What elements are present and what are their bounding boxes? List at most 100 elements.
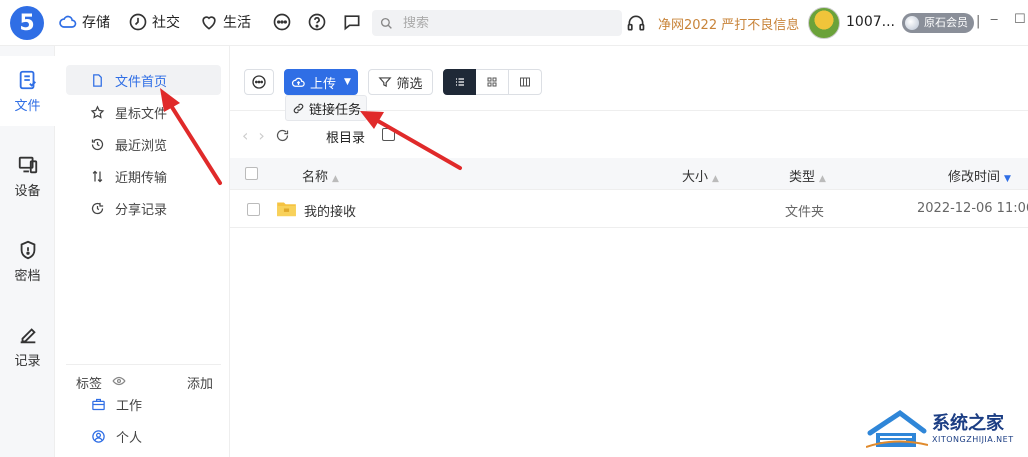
username[interactable]: 1007... bbox=[846, 14, 895, 30]
watermark-title: 系统之家 bbox=[932, 413, 1004, 434]
sidebar-item-recent[interactable]: 最近浏览 bbox=[66, 129, 221, 159]
back-arrow-icon[interactable]: ‹ bbox=[242, 126, 248, 145]
maximize-button[interactable]: ☐ bbox=[1014, 12, 1026, 27]
sidebar: 文件首页 星标文件 最近浏览 近期传输 分享记录 标签 添加 工作 个人 bbox=[55, 46, 230, 457]
rail-files-label: 文件 bbox=[14, 98, 41, 114]
nav-social-label: 社交 bbox=[152, 15, 180, 31]
rail-item-files[interactable]: 文件 bbox=[0, 56, 55, 126]
pen-icon bbox=[20, 327, 36, 343]
file-icon bbox=[93, 73, 102, 87]
app-logo[interactable]: 5 bbox=[10, 6, 44, 40]
files-icon bbox=[19, 70, 36, 89]
nav-storage-label: 存储 bbox=[82, 15, 110, 31]
column-name-label: 名称 bbox=[302, 170, 329, 185]
nav-life-label: 生活 bbox=[223, 15, 251, 31]
sort-desc-icon: ▼ bbox=[1004, 174, 1011, 184]
column-type-label: 类型 bbox=[789, 170, 816, 185]
rail-notes-label: 记录 bbox=[14, 353, 41, 369]
column-size-label: 大小 bbox=[682, 170, 709, 185]
watermark-subtitle: XITONGZHIJIA.NET bbox=[932, 435, 1014, 444]
tag-item-label: 工作 bbox=[116, 398, 143, 414]
device-icon bbox=[18, 156, 37, 173]
help-icon[interactable] bbox=[307, 12, 327, 32]
ellipsis-icon bbox=[252, 75, 266, 89]
grid-icon bbox=[487, 77, 497, 87]
caret-down-icon: ▼ bbox=[344, 77, 351, 87]
sort-icon: ▲ bbox=[332, 174, 339, 184]
top-bar: 5 存储 社交 生活 净网2022 严打不良信息 1007... 原石会员 | … bbox=[0, 0, 1028, 46]
breadcrumb-root[interactable]: 根目录 bbox=[326, 127, 365, 146]
heart-icon bbox=[202, 16, 216, 30]
nav-life[interactable]: 生活 bbox=[199, 12, 251, 32]
left-rail: 文件 设备 密档 记录 bbox=[0, 46, 55, 457]
row-modified: 2022-12-06 11:06 bbox=[917, 201, 1028, 216]
columns-icon bbox=[520, 77, 530, 87]
view-list-button[interactable] bbox=[443, 69, 476, 95]
rail-item-device[interactable]: 设备 bbox=[0, 141, 55, 211]
column-modified[interactable]: 修改时间 ▼ bbox=[948, 166, 1011, 185]
filter-button[interactable]: 筛选 bbox=[368, 69, 433, 95]
rail-item-vault[interactable]: 密档 bbox=[0, 226, 55, 296]
eye-icon[interactable] bbox=[112, 374, 126, 388]
sort-icon: ▲ bbox=[712, 174, 719, 184]
rail-device-label: 设备 bbox=[14, 183, 41, 199]
headset-icon[interactable] bbox=[626, 13, 646, 33]
sidebar-item-label: 星标文件 bbox=[115, 106, 168, 122]
filter-label: 筛选 bbox=[396, 76, 423, 92]
select-all-checkbox[interactable] bbox=[245, 167, 258, 180]
briefcase-icon bbox=[92, 398, 105, 410]
more-icon[interactable] bbox=[272, 12, 292, 32]
message-icon[interactable] bbox=[342, 12, 362, 32]
tags-header: 标签 添加 bbox=[66, 364, 221, 392]
row-name[interactable]: 我的接收 bbox=[304, 201, 356, 220]
column-type[interactable]: 类型 ▲ bbox=[789, 166, 826, 185]
nav-social[interactable]: 社交 bbox=[128, 12, 180, 32]
tag-item-work[interactable]: 工作 bbox=[66, 389, 221, 419]
view-columns-button[interactable] bbox=[509, 69, 542, 95]
main-panel: 上传 ▼ 筛选 链接任务 ‹ › 根目录 名称 ▲ 大小 ▲ 类型 ▲ 修改时间… bbox=[230, 46, 1028, 457]
folder-icon bbox=[277, 202, 296, 217]
app-window: 5 存储 社交 生活 净网2022 严打不良信息 1007... 原石会员 | … bbox=[0, 0, 1028, 457]
sort-icon: ▲ bbox=[819, 174, 826, 184]
view-grid-button[interactable] bbox=[476, 69, 509, 95]
sidebar-item-file-home[interactable]: 文件首页 bbox=[66, 65, 221, 95]
minimize-button[interactable]: ‒ bbox=[990, 12, 998, 27]
search-input[interactable] bbox=[403, 15, 603, 31]
dropdown-item-label: 链接任务 bbox=[309, 102, 362, 118]
tag-item-personal[interactable]: 个人 bbox=[66, 421, 221, 451]
avatar[interactable] bbox=[808, 7, 840, 39]
tag-item-label: 个人 bbox=[116, 430, 143, 446]
star-icon bbox=[90, 104, 105, 119]
window-divider: | bbox=[976, 14, 981, 29]
sidebar-item-share[interactable]: 分享记录 bbox=[66, 193, 221, 223]
table-row[interactable]: 我的接收 文件夹 2022-12-06 11:06 bbox=[230, 192, 1028, 228]
upload-button[interactable]: 上传 ▼ bbox=[284, 69, 358, 95]
history-icon bbox=[91, 138, 104, 150]
share-icon bbox=[91, 202, 104, 214]
column-size[interactable]: 大小 ▲ bbox=[682, 166, 719, 185]
rail-item-notes[interactable]: 记录 bbox=[0, 311, 55, 381]
sidebar-item-label: 文件首页 bbox=[115, 74, 168, 90]
refresh-icon[interactable] bbox=[275, 128, 290, 143]
shield-icon bbox=[20, 240, 35, 259]
vip-badge[interactable]: 原石会员 bbox=[902, 13, 974, 33]
nav-storage[interactable]: 存储 bbox=[58, 12, 110, 32]
more-actions-button[interactable] bbox=[244, 69, 274, 95]
person-icon bbox=[92, 429, 105, 443]
breadcrumb: ‹ › bbox=[242, 126, 290, 145]
transfer-icon bbox=[92, 170, 103, 182]
column-name[interactable]: 名称 ▲ bbox=[302, 166, 339, 185]
forward-arrow-icon[interactable]: › bbox=[258, 126, 264, 145]
sidebar-item-starred[interactable]: 星标文件 bbox=[66, 97, 221, 127]
new-folder-icon[interactable] bbox=[382, 128, 395, 141]
filter-icon bbox=[378, 77, 393, 88]
table-header: 名称 ▲ 大小 ▲ 类型 ▲ 修改时间 ▼ bbox=[230, 158, 1028, 190]
cloud-icon bbox=[59, 15, 77, 28]
search-box[interactable] bbox=[372, 10, 622, 36]
search-icon bbox=[380, 17, 392, 29]
upload-dropdown-link-task[interactable]: 链接任务 bbox=[285, 95, 367, 121]
promo-text[interactable]: 净网2022 严打不良信息 bbox=[658, 14, 799, 33]
sidebar-item-transfer[interactable]: 近期传输 bbox=[66, 161, 221, 191]
clock-icon bbox=[129, 13, 147, 31]
row-checkbox[interactable] bbox=[247, 203, 260, 216]
